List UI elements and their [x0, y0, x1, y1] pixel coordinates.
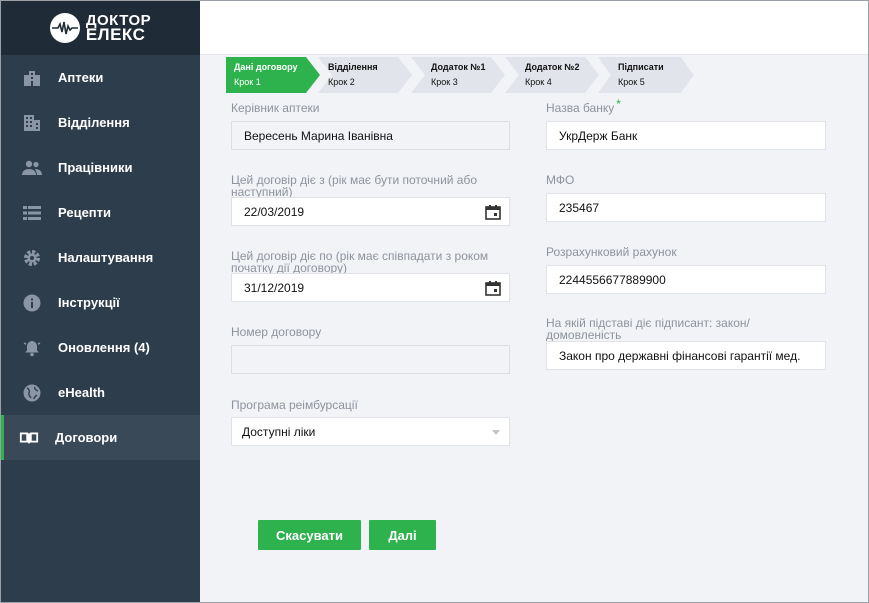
bank-name-input[interactable]: УкрДерж Банк	[546, 121, 826, 150]
valid-from-value: 22/03/2019	[244, 204, 305, 219]
step-sub: Крок 5	[618, 77, 645, 87]
gear-icon	[22, 248, 42, 268]
info-icon	[22, 293, 42, 313]
sidebar-item-settings[interactable]: Налаштування	[1, 235, 200, 280]
step-sub: Крок 4	[525, 77, 552, 87]
valid-to-label: Цей договір діє по (рік має співпадати з…	[231, 250, 488, 274]
calendar-icon[interactable]	[485, 280, 501, 296]
next-button[interactable]: Далі	[369, 520, 436, 550]
sidebar-item-label: Аптеки	[58, 70, 104, 85]
step-title: Підписати	[618, 62, 664, 72]
sidebar-item-label: Відділення	[58, 115, 130, 130]
main-content: Дані договору Крок 1 Відділення Крок 2 Дод…	[200, 55, 868, 602]
mfo-label: МФО	[546, 173, 575, 187]
sidebar-item-label: eHealth	[58, 385, 105, 400]
sidebar: ДОКТОР ЕЛЕКС Аптеки Відділення Працівник…	[1, 1, 200, 602]
contract-number-field	[231, 345, 510, 374]
sidebar-nav: Аптеки Відділення Працівники Рецепти Нал…	[1, 55, 200, 460]
sidebar-item-ehealth[interactable]: eHealth	[1, 370, 200, 415]
calendar-icon[interactable]	[485, 204, 501, 220]
logo[interactable]: ДОКТОР ЕЛЕКС	[1, 1, 200, 55]
valid-from-date-input[interactable]: 22/03/2019	[231, 197, 510, 226]
chevron-down-icon	[492, 430, 500, 435]
logo-heartbeat-icon	[49, 13, 80, 43]
step-title: Дані договору	[234, 62, 298, 72]
sidebar-item-employees[interactable]: Працівники	[1, 145, 200, 190]
sidebar-item-contracts[interactable]: Договори	[1, 415, 200, 460]
globe-icon	[22, 383, 42, 403]
logo-line2: ЕЛЕКС	[85, 25, 146, 44]
stepper: Дані договору Крок 1 Відділення Крок 2 Дод…	[226, 57, 694, 93]
sidebar-item-departments[interactable]: Відділення	[1, 100, 200, 145]
step-2[interactable]: Відділення Крок 2	[318, 57, 414, 93]
step-title: Відділення	[328, 62, 378, 72]
step-sub: Крок 3	[431, 77, 458, 87]
people-icon	[22, 158, 42, 178]
sidebar-item-pharmacies[interactable]: Аптеки	[1, 55, 200, 100]
sidebar-item-label: Інструкції	[58, 295, 120, 310]
head-label: Керівник аптеки	[231, 101, 320, 115]
step-sub: Крок 1	[234, 77, 261, 87]
sidebar-item-label: Працівники	[58, 160, 133, 175]
cancel-button[interactable]: Скасувати	[258, 520, 361, 550]
step-3[interactable]: Додаток №1 Крок 3	[411, 57, 507, 93]
required-asterisk: *	[616, 97, 621, 111]
valid-to-value: 31/12/2019	[244, 280, 305, 295]
account-label: Розрахунковий рахунок	[546, 245, 677, 259]
bell-icon	[22, 338, 42, 358]
program-value: Доступні ліки	[242, 424, 316, 439]
step-5[interactable]: Підписати Крок 5	[598, 57, 694, 93]
sidebar-item-label: Оновлення (4)	[58, 340, 150, 355]
sidebar-item-prescriptions[interactable]: Рецепти	[1, 190, 200, 235]
account-value: 2244556677889900	[559, 272, 666, 287]
step-title: Додаток №2	[525, 62, 580, 72]
bank-name-label-text: Назва банку	[546, 101, 615, 115]
list-icon	[22, 203, 42, 223]
office-icon	[22, 113, 42, 133]
signer-basis-label-line2: домовленість	[546, 328, 622, 342]
head-field: Вересень Марина Іванівна	[231, 121, 510, 150]
mfo-input[interactable]: 235467	[546, 193, 826, 222]
signer-basis-value: Закон про державні фінансові гарантії ме…	[559, 348, 801, 363]
sidebar-item-label: Договори	[55, 430, 118, 445]
step-sub: Крок 2	[328, 77, 355, 87]
step-4[interactable]: Додаток №2 Крок 4	[505, 57, 601, 93]
app-window: ДОКТОР ЕЛЕКС Аптеки Відділення Працівник…	[0, 0, 869, 603]
account-input[interactable]: 2244556677889900	[546, 265, 826, 294]
sidebar-item-label: Налаштування	[58, 250, 154, 265]
mfo-value: 235467	[559, 200, 600, 215]
head-value: Вересень Марина Іванівна	[244, 128, 393, 143]
signer-basis-label: На якій підставі діє підписант: закон/ д…	[546, 317, 750, 341]
building-icon	[22, 68, 42, 88]
step-1[interactable]: Дані договору Крок 1	[226, 57, 322, 93]
step-title: Додаток №1	[431, 62, 486, 72]
sidebar-item-updates[interactable]: Оновлення (4)	[1, 325, 200, 370]
contract-number-label: Номер договору	[231, 325, 322, 339]
valid-from-label: Цей договір діє з (рік має бути поточний…	[231, 174, 477, 198]
program-select[interactable]: Доступні ліки	[231, 417, 510, 446]
logo-text: ДОКТОР ЕЛЕКС	[85, 13, 151, 44]
bank-name-value: УкрДерж Банк	[559, 128, 638, 143]
valid-to-date-input[interactable]: 31/12/2019	[231, 273, 510, 302]
signer-basis-input[interactable]: Закон про державні фінансові гарантії ме…	[546, 341, 826, 370]
sidebar-item-instructions[interactable]: Інструкції	[1, 280, 200, 325]
sidebar-item-label: Рецепти	[58, 205, 112, 220]
book-icon	[19, 428, 39, 448]
bank-name-label: Назва банку *	[546, 98, 621, 115]
program-label: Програма реімбурсації	[231, 398, 358, 412]
top-bar	[200, 1, 868, 55]
